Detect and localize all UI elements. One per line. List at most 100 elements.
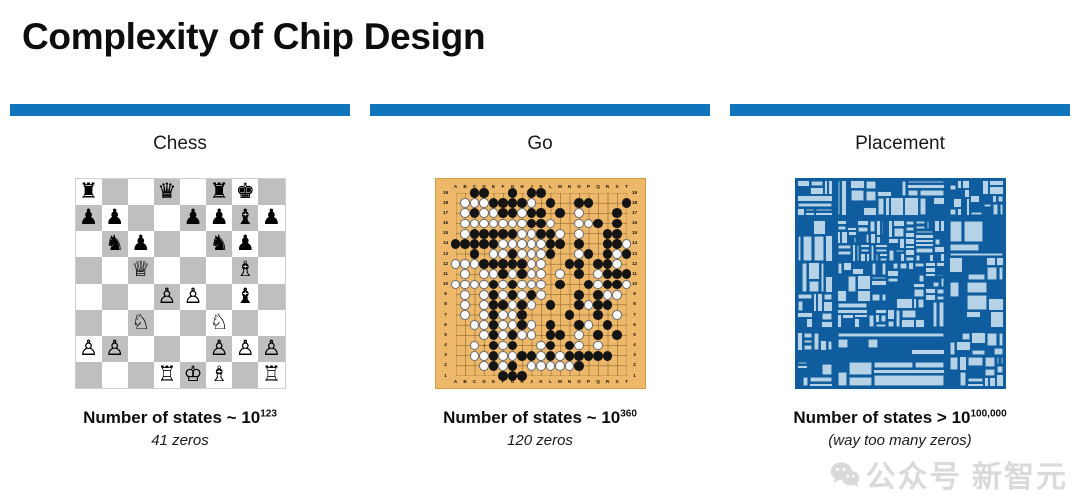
go-stone-white [612,249,622,259]
go-stone-white [498,218,508,229]
go-stone-black [545,228,556,239]
floorplan-block [837,338,848,349]
go-coord-column: D [482,379,486,384]
go-coord-row: 16 [631,220,638,225]
floorplan-block [814,212,833,216]
floorplan-block [820,262,824,293]
go-stone-white [536,259,546,269]
chess-square: ♟ [180,205,207,232]
floorplan-block [914,262,924,268]
go-coord-row: 2 [444,362,447,368]
chess-piece: ♟ [131,232,151,256]
floorplan-block [915,247,933,254]
floorplan-block [965,311,981,318]
chess-piece: ♟ [183,206,203,230]
go-coord-row: 14 [442,240,449,246]
chess-square: ♙ [206,335,233,362]
go-stone-white [593,269,603,280]
go-stone-white [498,289,508,300]
floorplan-block [848,376,872,387]
floorplan-block [842,262,852,271]
floorplan-block [836,314,842,328]
floorplan-block [865,190,876,202]
floorplan-block [904,249,915,256]
floorplan-block [803,339,812,344]
floorplan-block [949,220,962,243]
chess-piece: ♝ [235,284,255,308]
go-stone-white [517,208,527,219]
floorplan-block [936,288,944,295]
go-coord-row: 7 [444,311,447,317]
floorplan-block [856,290,871,302]
chess-square [206,283,233,310]
go-stone-black [612,228,622,239]
floorplan-block [967,377,983,383]
go-stone-white [479,360,489,371]
chess-piece: ♙ [157,284,177,308]
floorplan-block [797,235,801,262]
chess-square: ♜ [75,179,102,206]
chess-piece: ♗ [209,362,229,386]
go-coord-column: M [558,379,562,384]
caption-exponent-chess: 123 [260,408,277,420]
floorplan-block [913,288,924,298]
go-stone-white [498,320,508,330]
floorplan-block [827,340,832,351]
go-coord-row: 19 [631,189,638,195]
floorplan-block [892,262,898,270]
go-stone-black [460,238,470,249]
floorplan-block [900,319,915,328]
floorplan-block [961,180,970,189]
floorplan-block [963,220,983,243]
floorplan-block [827,180,833,195]
floorplan-block [987,298,1004,311]
chess-square: ♗ [206,361,233,388]
go-stone-white [555,228,565,239]
go-coord-row: 11 [443,270,448,276]
go-stone-black [536,208,546,219]
floorplan-block [905,256,914,262]
floorplan-block [803,332,812,339]
go-stone-black [469,188,480,198]
go-stone-black [612,218,622,229]
go-coord-column: A [453,379,458,384]
chess-square: ♝ [232,283,259,310]
go-coord-row: 10 [631,281,638,286]
go-coord-row: 4 [444,342,447,347]
go-stone-black [498,299,508,310]
chess-square [180,257,207,284]
go-coord-column: C [472,379,477,384]
chess-square [180,179,207,206]
floorplan-block [837,332,944,338]
chess-square [153,231,180,258]
floorplan-block [970,211,982,216]
chess-square [101,309,128,336]
floorplan-block [959,371,966,387]
chess-square [153,257,180,284]
floorplan-block [796,208,805,216]
go-stone-black [555,330,565,341]
go-stone-white [460,218,470,229]
caption-main-text-go: Number of states ~ 10 [443,408,621,427]
chess-square: ♜ [206,179,233,206]
go-stone-white [488,249,499,259]
chess-square [258,309,285,336]
go-stone-black [526,289,537,300]
floorplan-block [958,356,967,371]
chess-square [75,361,102,388]
go-stone-black [536,218,546,229]
chess-square [75,283,102,310]
go-stone-black [545,249,556,259]
floorplan-block [871,293,880,302]
floorplan-block [815,208,832,212]
floorplan-block [808,383,833,387]
floorplan-block [934,238,940,246]
chess-piece: ♞ [209,232,229,256]
floorplan-block [823,180,828,195]
go-coord-column: L [549,184,552,189]
go-stone-black [507,228,518,239]
floorplan-block [939,253,945,262]
chess-piece: ♟ [79,206,98,230]
column-chess: Chess ♜ ♛ ♜ ♚ ♟ ♟ ♟ ♟ ♝ ♟ ♞ ♟ ♞ ♟ ♕ ♗ ♙ ♙ ♝ ♘ ♘ ♙ ♙ ♙ ♙ ♙ ♖ ♔ ♗ ♖ Num… [10,104,350,449]
go-stone-white [555,350,565,361]
